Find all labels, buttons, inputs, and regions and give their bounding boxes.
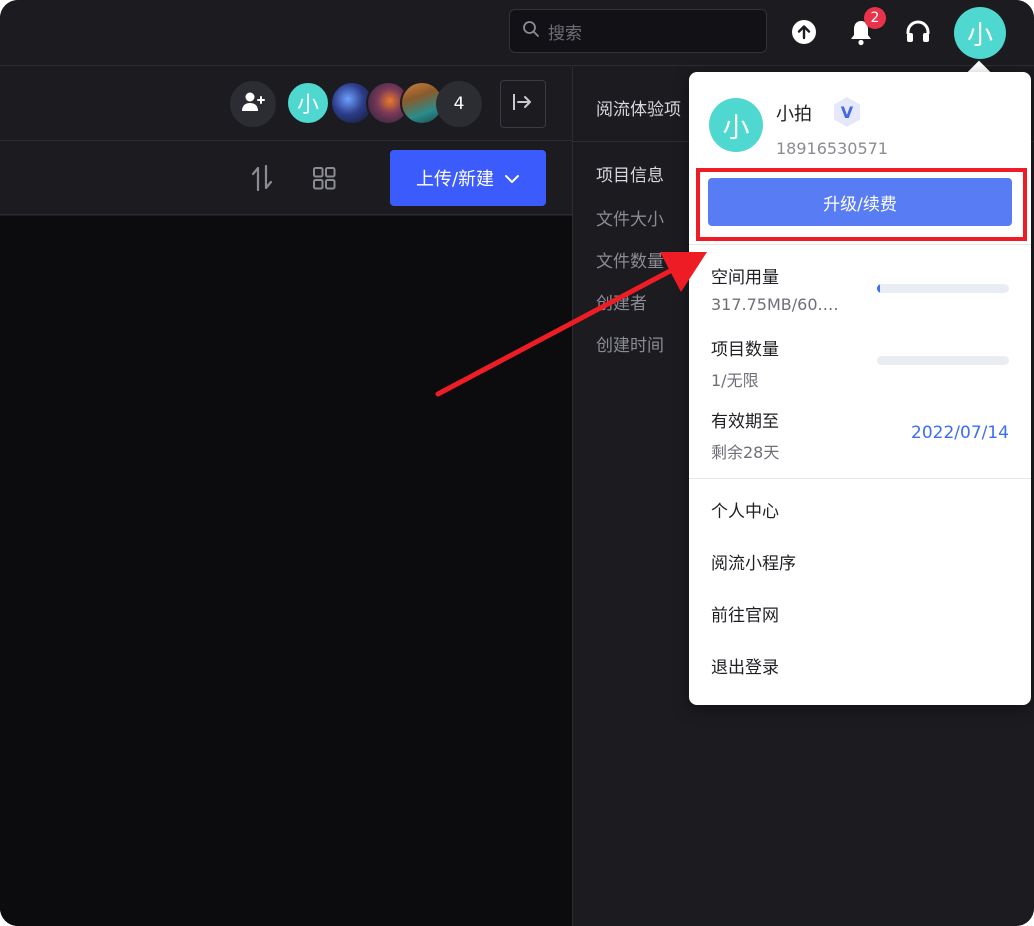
project-workspace: 小 4 上传/新建: [0, 67, 572, 926]
user-name: 小拍: [776, 104, 812, 125]
project-progress-bar: [877, 356, 1009, 365]
divider: [689, 244, 1031, 245]
collapse-icon: [512, 92, 534, 116]
menu-item-logout[interactable]: 退出登录: [711, 653, 779, 678]
section-heading: 项目信息: [596, 166, 664, 186]
menu-item-profile[interactable]: 个人中心: [711, 497, 779, 522]
storage-progress-fill: [877, 284, 880, 293]
add-member-button[interactable]: [230, 81, 276, 127]
creator-label: 创建者: [596, 294, 647, 314]
storage-progress-bar: [877, 284, 1009, 293]
expiry-remaining: 剩余28天: [711, 443, 780, 462]
storage-usage-value: 317.75MB/60.…: [711, 295, 839, 314]
created-time-label: 创建时间: [596, 336, 664, 356]
project-count-label: 项目数量: [711, 340, 779, 360]
grid-view-icon[interactable]: [312, 167, 338, 195]
account-dropdown: 小 小拍 V 18916530571 升级/续费 空间用量 317.75MB/6…: [689, 72, 1031, 705]
search-icon: [522, 20, 540, 42]
notification-badge: 2: [864, 7, 886, 29]
headset-icon[interactable]: [903, 17, 933, 47]
expiry-date: 2022/07/14: [911, 423, 1009, 443]
file-toolbar: 上传/新建: [0, 142, 572, 215]
sort-icon[interactable]: [250, 164, 276, 196]
member-avatar[interactable]: 小: [286, 81, 330, 125]
expiry-label: 有效期至: [711, 412, 779, 432]
file-area: [0, 216, 572, 926]
vip-badge-icon: V: [831, 96, 863, 128]
user-phone: 18916530571: [776, 139, 888, 158]
collapse-panel-button[interactable]: [500, 80, 546, 128]
chevron-down-icon: [504, 168, 520, 189]
user-avatar[interactable]: 小: [954, 7, 1006, 59]
menu-item-mini-program[interactable]: 阅流小程序: [711, 549, 796, 574]
top-bar: 搜索 2 小: [0, 0, 1034, 66]
search-input[interactable]: 搜索: [509, 9, 767, 53]
divider: [689, 478, 1031, 479]
upload-new-button[interactable]: 上传/新建: [390, 150, 546, 206]
file-count-label: 文件数量: [596, 252, 664, 272]
project-title: 阅流体验项: [596, 100, 681, 120]
vip-badge-text: V: [841, 103, 854, 122]
upload-icon[interactable]: [789, 17, 819, 47]
search-placeholder: 搜索: [548, 23, 582, 44]
file-size-label: 文件大小: [596, 210, 664, 230]
project-count-value: 1/无限: [711, 371, 759, 390]
upload-new-label: 上传/新建: [415, 169, 495, 190]
upgrade-renew-button[interactable]: 升级/续费: [708, 178, 1012, 226]
member-count[interactable]: 4: [436, 81, 482, 127]
storage-usage-label: 空间用量: [711, 268, 779, 288]
dropdown-avatar: 小: [709, 98, 763, 152]
add-user-icon: [241, 91, 265, 117]
menu-item-official-site[interactable]: 前往官网: [711, 601, 779, 626]
members-bar: 小 4: [0, 67, 572, 141]
